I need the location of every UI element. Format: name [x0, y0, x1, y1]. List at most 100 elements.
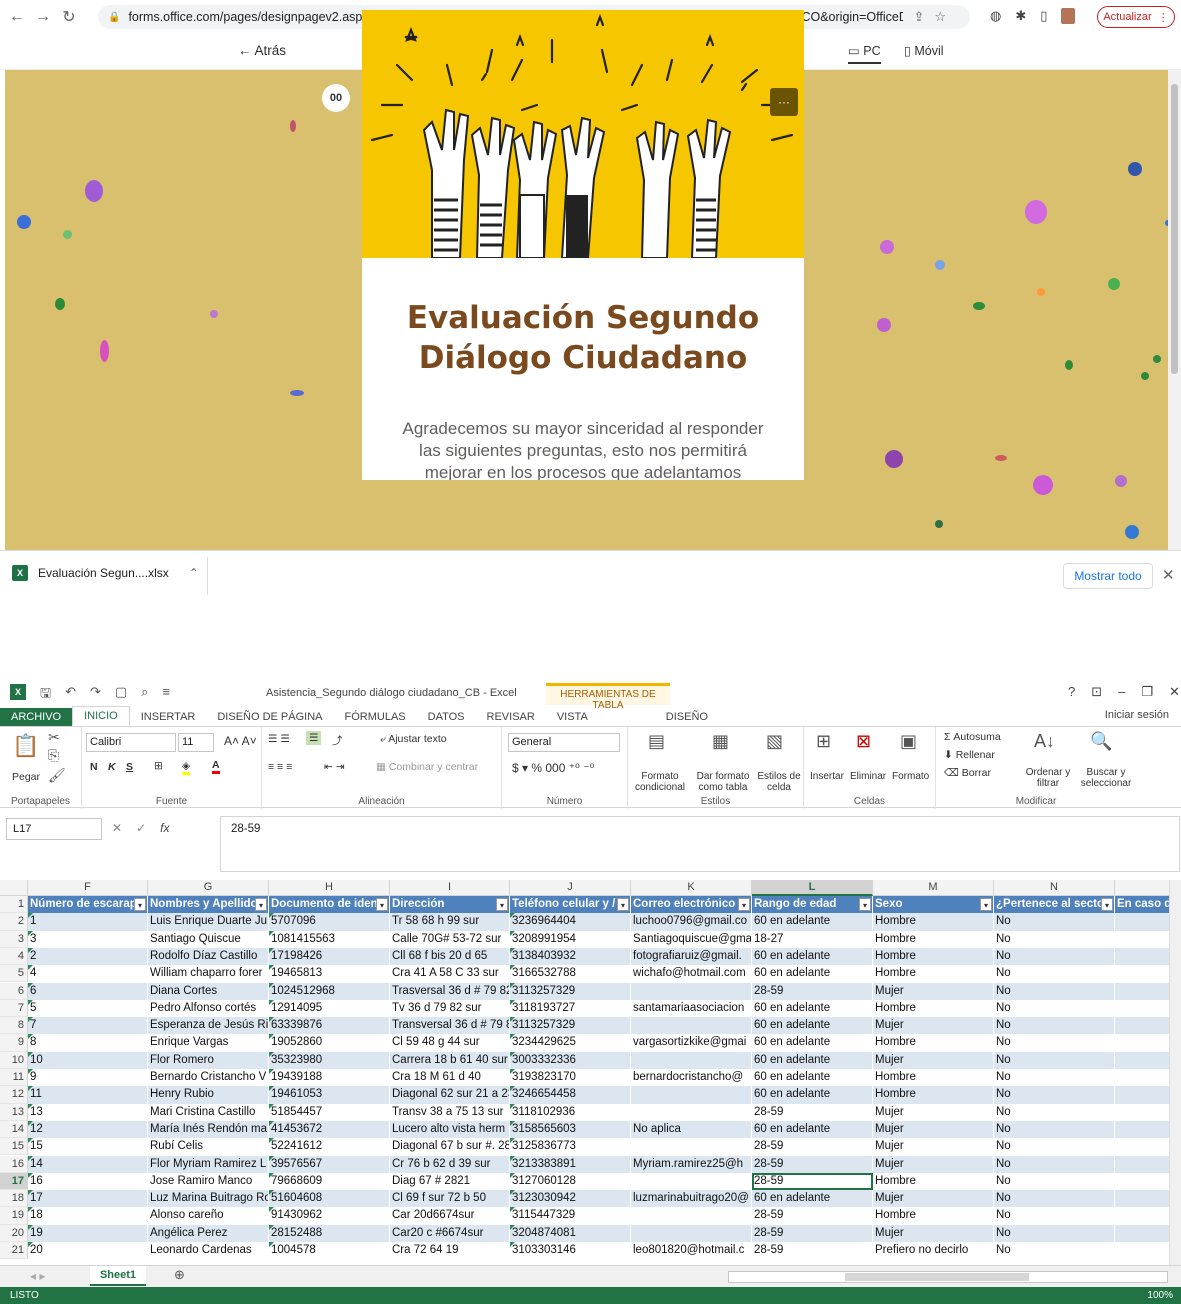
table-cell[interactable]: María Inés Rendón ma — [148, 1120, 269, 1139]
row-header[interactable]: 16 — [0, 1155, 28, 1173]
table-cell[interactable]: 1024512968 — [269, 982, 390, 1000]
insert-button[interactable]: Insertar — [810, 771, 844, 782]
view-mobile-tab[interactable]: ▯ Móvil — [904, 43, 944, 58]
row-header[interactable]: 6 — [0, 982, 28, 1000]
table-cell[interactable]: 3158565603 — [510, 1120, 631, 1139]
table-cell[interactable]: 35323980 — [269, 1051, 390, 1069]
table-cell[interactable]: 10 — [28, 1051, 148, 1069]
table-cell[interactable]: 60 en adelante — [752, 1190, 873, 1208]
table-cell[interactable]: Hombre — [873, 965, 994, 983]
row-header[interactable]: 14 — [0, 1120, 28, 1139]
bold-icon[interactable]: N — [90, 761, 98, 773]
close-icon[interactable]: ✕ — [1169, 684, 1180, 700]
table-cell[interactable]: Mujer — [873, 1103, 994, 1121]
row-header[interactable]: 5 — [0, 965, 28, 983]
table-cell[interactable]: 11 — [28, 1086, 148, 1104]
align-middle-icon[interactable]: ☰ — [306, 731, 322, 745]
table-header-cell[interactable]: Número de escarap ▾ — [28, 896, 148, 914]
table-cell[interactable]: 19465813 — [269, 965, 390, 983]
scroll-thumb[interactable] — [1171, 84, 1178, 374]
table-cell[interactable]: 3125836773 — [510, 1138, 631, 1156]
more-options-button[interactable]: ··· — [770, 88, 798, 116]
table-cell[interactable] — [1115, 1190, 1169, 1208]
conditional-format-button[interactable]: Formato condicional — [630, 771, 690, 793]
table-header-cell[interactable]: En caso d — [1115, 896, 1169, 914]
table-cell[interactable] — [631, 982, 752, 1000]
ribbon-display-icon[interactable]: ⊡ — [1091, 684, 1102, 700]
paste-button[interactable]: Pegar — [12, 771, 40, 783]
format-painter-icon[interactable]: 🖌 — [48, 767, 66, 784]
table-cell[interactable]: No — [994, 930, 1115, 948]
forward-arrow-icon[interactable]: → — [30, 8, 56, 26]
table-cell[interactable]: Hombre — [873, 930, 994, 948]
table-cell[interactable]: 28-59 — [752, 1172, 873, 1191]
table-cell[interactable]: 52241612 — [269, 1138, 390, 1156]
table-cell[interactable]: 3118193727 — [510, 999, 631, 1018]
table-cell[interactable]: No — [994, 1086, 1115, 1104]
align-left-icon[interactable]: ≡ ≡ ≡ — [268, 761, 292, 773]
table-cell[interactable]: Diagonal 67 b sur #. 28 — [390, 1138, 510, 1156]
table-cell[interactable]: Cr 76 b 62 d 39 sur — [390, 1155, 510, 1173]
table-cell[interactable]: Alonso careño — [148, 1207, 269, 1225]
table-cell[interactable]: 8 — [28, 1034, 148, 1052]
indent-icon[interactable]: ⇤ ⇥ — [324, 761, 345, 773]
table-cell[interactable]: No — [994, 1120, 1115, 1139]
column-header[interactable]: G — [148, 880, 269, 896]
table-cell[interactable]: Luis Enrique Duarte Ju — [148, 913, 269, 931]
column-header[interactable]: J — [510, 880, 631, 896]
table-cell[interactable]: 12914095 — [269, 999, 390, 1018]
table-cell[interactable]: 20 — [28, 1242, 148, 1260]
table-cell[interactable]: 28-59 — [752, 982, 873, 1000]
table-cell[interactable]: No — [994, 1172, 1115, 1191]
add-sheet-icon[interactable]: ⊕ — [174, 1267, 185, 1283]
minimize-icon[interactable]: – — [1118, 684, 1125, 700]
puzzle-icon[interactable]: ✱ — [1015, 8, 1026, 24]
table-cell[interactable]: No — [994, 1138, 1115, 1156]
help-icon[interactable]: ? — [1068, 684, 1075, 700]
column-header[interactable] — [1115, 880, 1169, 896]
update-button[interactable]: Actualizar ⋮ — [1097, 6, 1175, 28]
table-cell[interactable]: Hombre — [873, 947, 994, 966]
table-cell[interactable]: Hombre — [873, 1207, 994, 1225]
table-cell[interactable]: 4 — [28, 965, 148, 983]
table-cell[interactable]: 91430962 — [269, 1207, 390, 1225]
table-cell[interactable]: Mujer — [873, 1190, 994, 1208]
table-cell[interactable]: 15 — [28, 1138, 148, 1156]
table-cell[interactable]: Hombre — [873, 1172, 994, 1191]
table-cell[interactable]: No — [994, 982, 1115, 1000]
scroll-thumb[interactable] — [845, 1273, 1029, 1281]
table-cell[interactable]: 5 — [28, 999, 148, 1018]
table-cell[interactable]: 51604608 — [269, 1190, 390, 1208]
row-header[interactable]: 18 — [0, 1190, 28, 1208]
bookmark-star-icon[interactable]: ☆ — [934, 9, 946, 25]
table-cell[interactable]: santamariaasociacion — [631, 999, 752, 1018]
table-cell[interactable]: 3236964404 — [510, 913, 631, 931]
table-cell[interactable]: 6 — [28, 982, 148, 1000]
print-preview-icon[interactable]: ⌕ — [141, 684, 148, 706]
table-cell[interactable]: 14 — [28, 1155, 148, 1173]
table-cell[interactable]: 60 en adelante — [752, 965, 873, 983]
table-cell[interactable] — [1115, 1104, 1169, 1121]
horizontal-scrollbar[interactable] — [728, 1271, 1168, 1283]
close-icon[interactable]: ✕ — [1162, 566, 1175, 584]
row-header[interactable]: 15 — [0, 1138, 28, 1156]
tab-inicio[interactable]: INICIO — [72, 706, 130, 726]
extension-icon[interactable]: ◍ — [990, 8, 1001, 24]
table-cell[interactable]: Cra 18 M 61 d 40 — [390, 1069, 510, 1087]
row-header[interactable]: 2 — [0, 913, 28, 931]
view-pc-tab[interactable]: ▭ PC — [848, 43, 881, 64]
table-cell[interactable]: Santiago Quiscue — [148, 930, 269, 948]
table-cell[interactable]: Car20 c #6674sur — [390, 1224, 510, 1242]
table-cell[interactable]: 12 — [28, 1120, 148, 1139]
sheet-nav-icon[interactable]: ◂ ▸ — [30, 1269, 45, 1283]
table-cell[interactable]: No — [994, 1155, 1115, 1173]
table-cell[interactable]: Diag 67 # 2821 — [390, 1172, 510, 1191]
row-header[interactable]: 19 — [0, 1207, 28, 1225]
table-cell[interactable] — [1115, 965, 1169, 982]
share-icon[interactable]: ⇪ — [913, 9, 924, 25]
table-cell[interactable]: wichafo@hotmail.com — [631, 965, 752, 983]
table-cell[interactable]: Leonardo Cardenas — [148, 1242, 269, 1260]
table-cell[interactable] — [1115, 1034, 1169, 1051]
column-header[interactable]: M — [873, 880, 994, 896]
table-cell[interactable]: 3113257329 — [510, 982, 631, 1000]
